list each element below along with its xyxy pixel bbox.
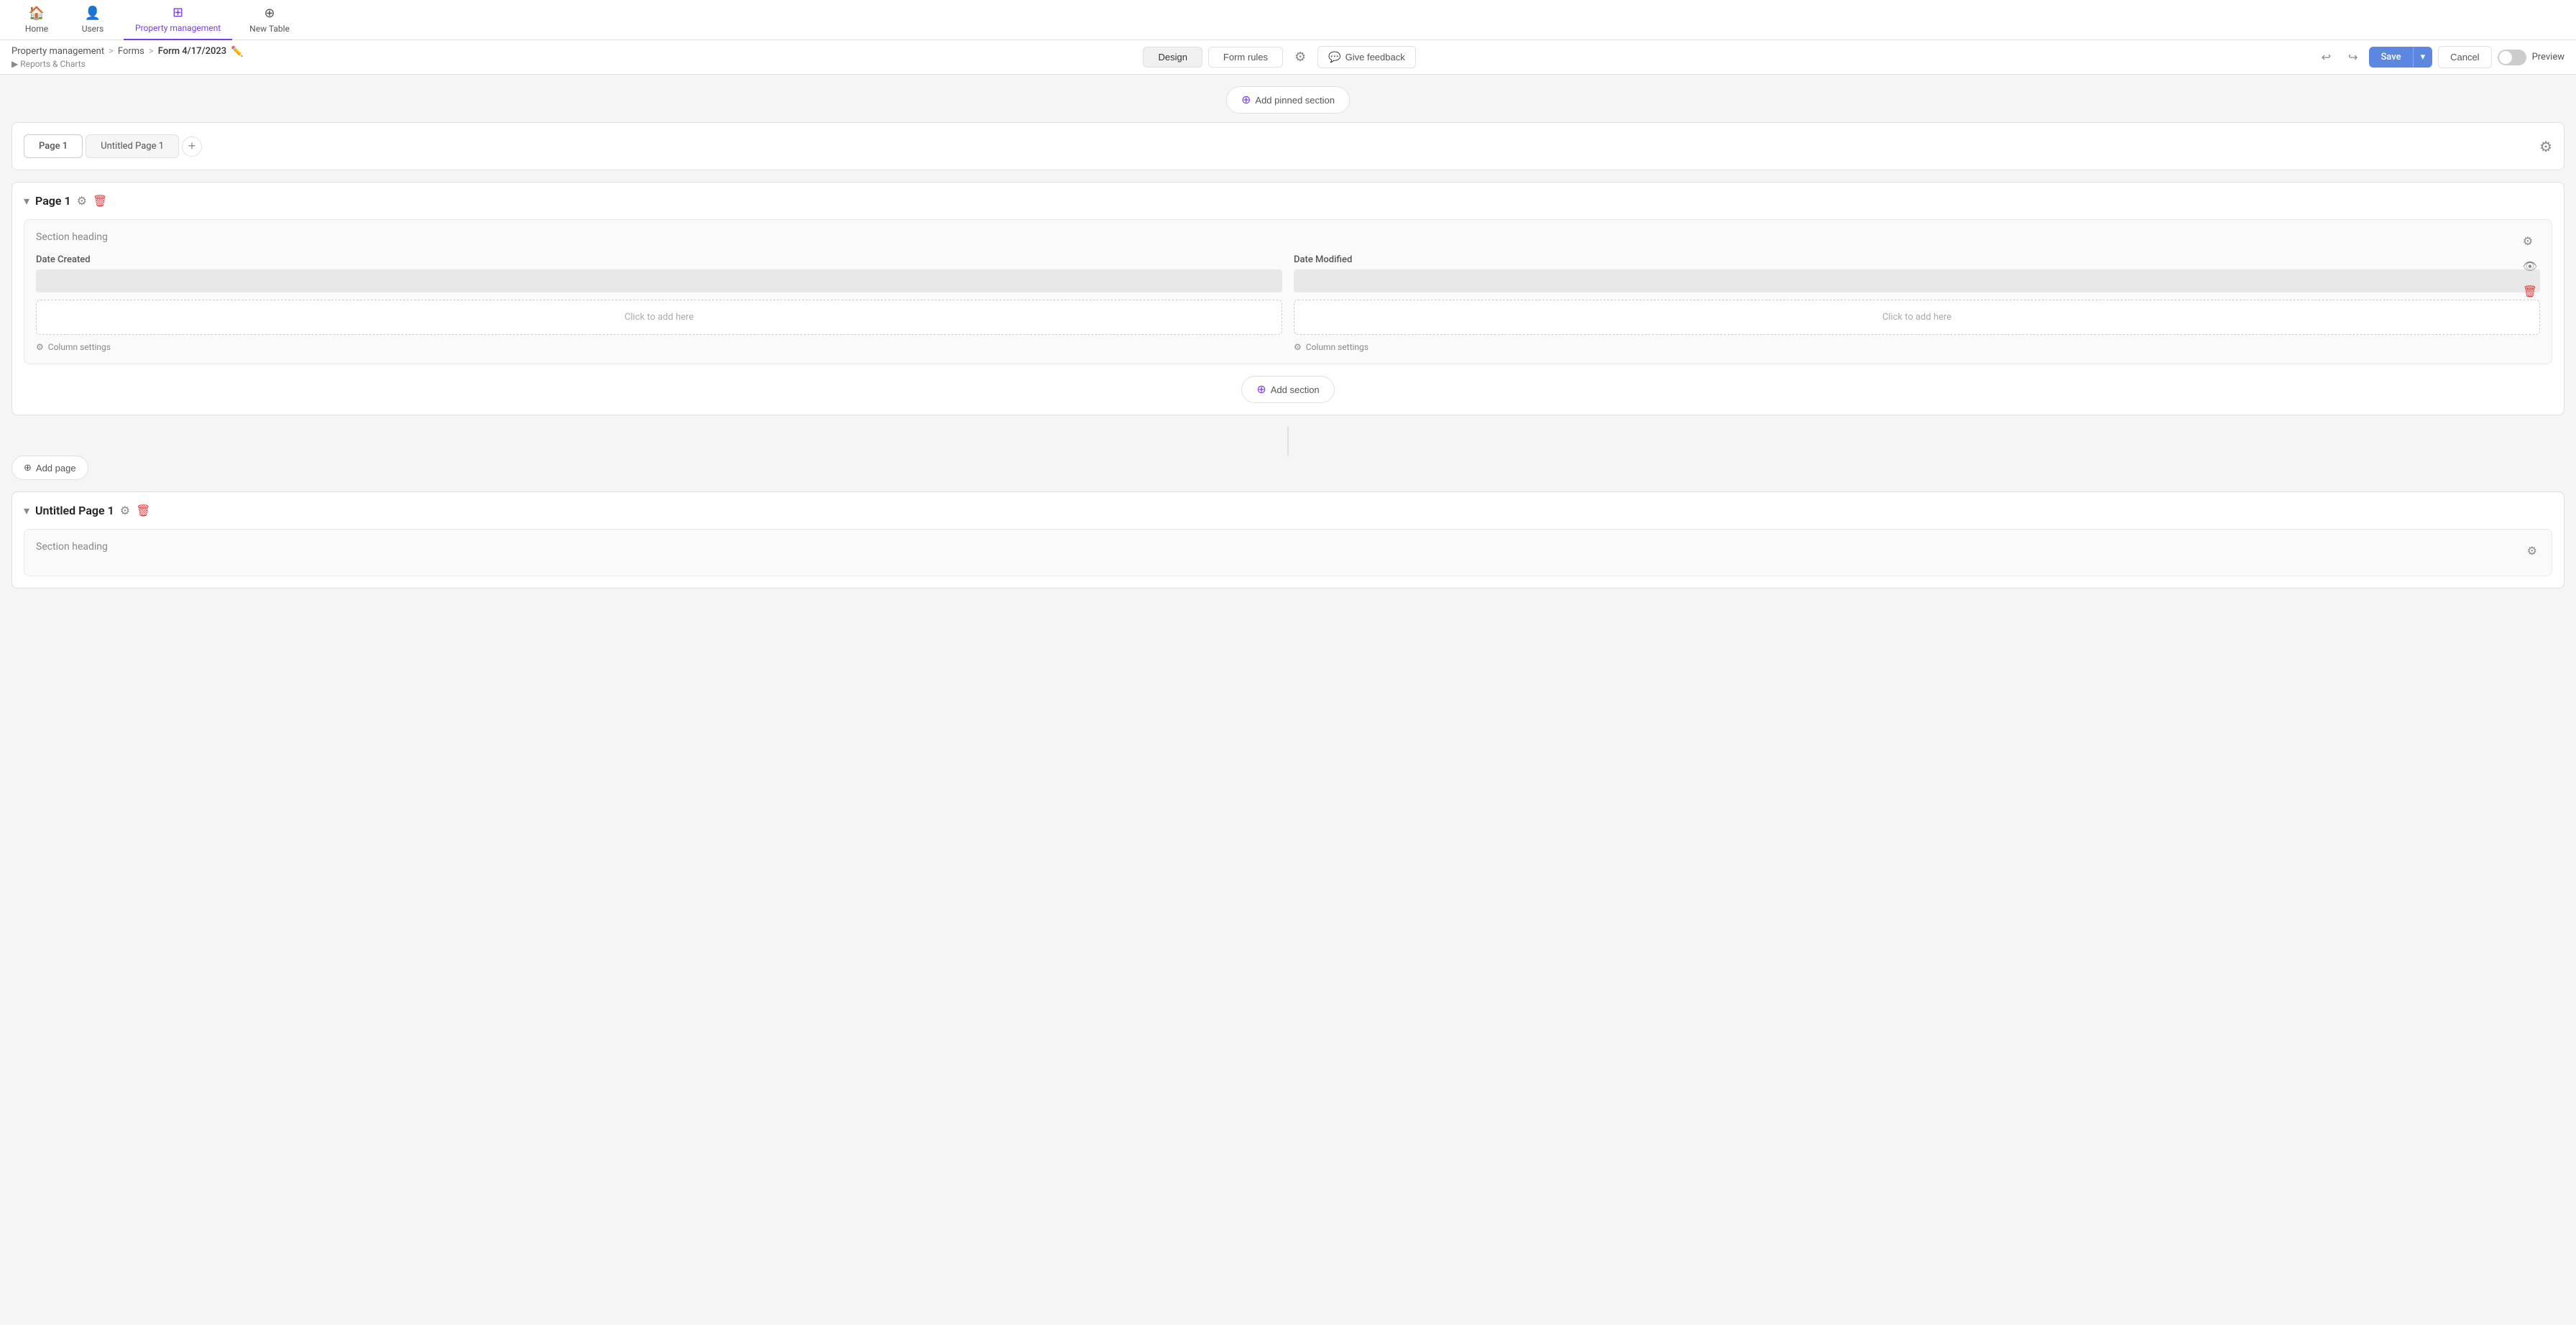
design-tab-btn[interactable]: Design bbox=[1143, 47, 1202, 68]
section-heading: Section heading bbox=[36, 231, 2540, 243]
date-created-label: Date Created bbox=[36, 254, 1282, 265]
add-pinned-section-container: ⊕ Add pinned section bbox=[12, 86, 2564, 114]
add-section-plus-icon: ⊕ bbox=[1256, 382, 1266, 397]
column-settings-label-right: Column settings bbox=[1306, 342, 1368, 352]
add-page-container: ⊕ Add page bbox=[12, 456, 2564, 480]
header-right: ↩ ↪ Save ▾ Cancel Preview bbox=[2316, 46, 2564, 69]
add-section-btn[interactable]: ⊕ Add section bbox=[1241, 376, 1334, 403]
pages-tabs: Page 1 Untitled Page 1 + bbox=[24, 134, 202, 158]
page-1-delete-icon[interactable]: 🗑 bbox=[93, 194, 107, 208]
tabs-settings-icon[interactable]: ⚙ bbox=[2539, 138, 2552, 155]
nav-property-management[interactable]: ⊞ Property management bbox=[124, 0, 232, 40]
tab-page-1-label: Page 1 bbox=[39, 141, 68, 152]
untitled-page-section: ▾ Untitled Page 1 ⚙ 🗑 Section heading ⚙ bbox=[12, 491, 2564, 588]
breadcrumb-current: Form 4/17/2023 bbox=[158, 46, 226, 57]
add-pinned-section-btn[interactable]: ⊕ Add pinned section bbox=[1226, 86, 1350, 114]
edit-icon[interactable]: ✏️ bbox=[231, 46, 243, 57]
untitled-section-heading: Section heading bbox=[36, 541, 2540, 553]
date-modified-input bbox=[1294, 269, 2540, 292]
untitled-page-delete-icon[interactable]: 🗑 bbox=[136, 504, 150, 517]
add-section-container: ⊕ Add section bbox=[24, 376, 2552, 403]
page-1-section-content: Section heading ⚙ 👁 🗑 Date Created Click… bbox=[24, 219, 2552, 364]
untitled-page-header: ▾ Untitled Page 1 ⚙ 🗑 bbox=[24, 504, 2552, 517]
home-icon: 🏠 bbox=[29, 6, 45, 21]
field-date-modified: Date Modified Click to add here ⚙ Column… bbox=[1294, 254, 2540, 352]
untitled-section-content: Section heading ⚙ bbox=[24, 529, 2552, 576]
page-1-collapse-icon[interactable]: ▾ bbox=[24, 194, 29, 208]
preview-label: Preview bbox=[2532, 52, 2564, 63]
breadcrumb-sub-label: ▶ Reports & Charts bbox=[12, 59, 86, 69]
click-to-add-right[interactable]: Click to add here bbox=[1294, 300, 2540, 335]
tab-page-1[interactable]: Page 1 bbox=[24, 134, 83, 158]
nav-property-label: Property management bbox=[135, 23, 221, 33]
page-divider bbox=[1287, 427, 1289, 456]
breadcrumb-sub[interactable]: ▶ Reports & Charts bbox=[12, 59, 244, 69]
date-created-input bbox=[36, 269, 1282, 292]
feedback-chat-icon: 💬 bbox=[1328, 51, 1340, 63]
header-bar: Property management > Forms > Form 4/17/… bbox=[0, 40, 2576, 75]
untitled-section-tools: ⚙ bbox=[2524, 541, 2540, 560]
breadcrumb-forms[interactable]: Forms bbox=[118, 46, 144, 57]
save-btn[interactable]: Save ▾ bbox=[2369, 47, 2432, 68]
save-btn-label: Save bbox=[2369, 47, 2412, 68]
feedback-btn[interactable]: 💬 Give feedback bbox=[1317, 46, 1416, 68]
breadcrumb-sep1: > bbox=[109, 46, 114, 57]
add-page-label: Add page bbox=[36, 463, 76, 474]
column-settings-icon-right: ⚙ bbox=[1294, 342, 1302, 352]
nav-users[interactable]: 👤 Users bbox=[68, 0, 118, 40]
date-modified-label: Date Modified bbox=[1294, 254, 2540, 265]
field-date-created: Date Created Click to add here ⚙ Column … bbox=[36, 254, 1282, 352]
section-settings-icon[interactable]: ⚙ bbox=[2520, 231, 2540, 251]
nav-users-label: Users bbox=[82, 24, 104, 34]
untitled-page-settings-icon[interactable]: ⚙ bbox=[120, 504, 130, 517]
nav-home-label: Home bbox=[25, 24, 48, 34]
columns-grid: Date Created Click to add here ⚙ Column … bbox=[36, 254, 2540, 352]
add-page-btn[interactable]: ⊕ Add page bbox=[12, 456, 88, 480]
redo-btn[interactable]: ↪ bbox=[2342, 46, 2363, 69]
section-content-tools: ⚙ 👁 🗑 bbox=[2520, 231, 2540, 301]
nav-home[interactable]: 🏠 Home bbox=[12, 0, 62, 40]
form-rules-tab-btn[interactable]: Form rules bbox=[1208, 47, 1283, 68]
untitled-section-settings-icon[interactable]: ⚙ bbox=[2524, 541, 2540, 560]
form-settings-icon[interactable]: ⚙ bbox=[1289, 47, 1312, 68]
table-icon: ⊞ bbox=[172, 5, 183, 20]
page-1-section-header: ▾ Page 1 ⚙ 🗑 bbox=[24, 194, 2552, 208]
click-to-add-left[interactable]: Click to add here bbox=[36, 300, 1282, 335]
add-section-label: Add section bbox=[1271, 384, 1320, 395]
add-pinned-label: Add pinned section bbox=[1255, 95, 1335, 106]
plus-circle-icon: ⊕ bbox=[264, 6, 275, 21]
column-settings-right[interactable]: ⚙ Column settings bbox=[1294, 342, 2540, 352]
plus-icon: ⊕ bbox=[1241, 93, 1251, 107]
breadcrumb: Property management > Forms > Form 4/17/… bbox=[12, 46, 244, 57]
feedback-label: Give feedback bbox=[1346, 52, 1405, 63]
column-settings-label-left: Column settings bbox=[48, 342, 111, 352]
breadcrumb-root[interactable]: Property management bbox=[12, 46, 104, 57]
add-page-icon: ⊕ bbox=[24, 462, 32, 474]
page-1-settings-icon[interactable]: ⚙ bbox=[77, 194, 87, 208]
tab-untitled-page-1[interactable]: Untitled Page 1 bbox=[86, 134, 179, 158]
undo-btn[interactable]: ↩ bbox=[2316, 46, 2337, 69]
pages-tabs-container: Page 1 Untitled Page 1 + ⚙ bbox=[12, 122, 2564, 170]
save-dropdown-arrow[interactable]: ▾ bbox=[2413, 47, 2433, 68]
untitled-page-title: Untitled Page 1 bbox=[35, 504, 114, 517]
top-nav: 🏠 Home 👤 Users ⊞ Property management ⊕ N… bbox=[0, 0, 2576, 40]
page-1-title: Page 1 bbox=[35, 194, 71, 208]
nav-new-table[interactable]: ⊕ New Table bbox=[238, 0, 301, 40]
main-content: ⊕ Add pinned section Page 1 Untitled Pag… bbox=[0, 75, 2576, 1325]
cancel-btn[interactable]: Cancel bbox=[2438, 46, 2491, 68]
add-tab-btn[interactable]: + bbox=[182, 137, 202, 157]
page-1-section: ▾ Page 1 ⚙ 🗑 Section heading ⚙ 👁 🗑 Date … bbox=[12, 182, 2564, 415]
breadcrumb-sep2: > bbox=[149, 46, 154, 57]
column-settings-icon-left: ⚙ bbox=[36, 342, 44, 352]
column-settings-left[interactable]: ⚙ Column settings bbox=[36, 342, 1282, 352]
tab-untitled-page-1-label: Untitled Page 1 bbox=[101, 141, 164, 152]
header-center: Design Form rules ⚙ 💬 Give feedback bbox=[1143, 46, 1415, 68]
preview-toggle[interactable] bbox=[2498, 50, 2526, 65]
untitled-page-collapse-icon[interactable]: ▾ bbox=[24, 504, 29, 517]
nav-new-table-label: New Table bbox=[249, 24, 290, 34]
section-delete-icon[interactable]: 🗑 bbox=[2520, 282, 2540, 301]
section-eye-icon[interactable]: 👁 bbox=[2520, 257, 2540, 276]
users-icon: 👤 bbox=[85, 6, 101, 21]
